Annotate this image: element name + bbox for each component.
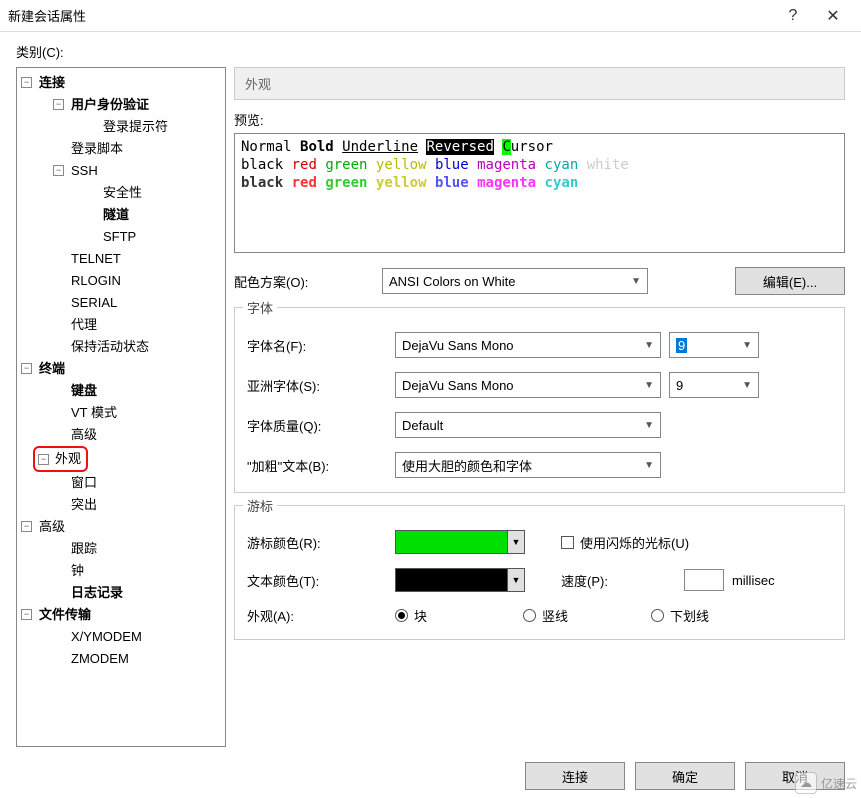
- expander-icon[interactable]: −: [53, 99, 64, 110]
- asian-font-label: 亚洲字体(S):: [247, 376, 387, 395]
- asian-font-combo[interactable]: DejaVu Sans Mono▼: [395, 372, 661, 398]
- chevron-down-icon: ▼: [508, 569, 524, 591]
- tree-terminal[interactable]: 终端: [37, 361, 67, 376]
- tree-proxy[interactable]: 代理: [69, 317, 99, 332]
- colorscheme-label: 配色方案(O):: [234, 272, 374, 291]
- cursor-appearance-label: 外观(A):: [247, 606, 387, 625]
- tree-advanced-term[interactable]: 高级: [69, 427, 99, 442]
- watermark: ☁ 亿速云: [795, 772, 857, 794]
- bold-text-combo[interactable]: 使用大胆的颜色和字体▼: [395, 452, 661, 478]
- ok-button[interactable]: 确定: [635, 762, 735, 790]
- tree-appearance[interactable]: 外观: [53, 451, 83, 466]
- radio-underline[interactable]: [651, 609, 664, 622]
- speed-input[interactable]: [684, 569, 724, 591]
- colorscheme-combo[interactable]: ANSI Colors on White▼: [382, 268, 648, 294]
- connect-button[interactable]: 连接: [525, 762, 625, 790]
- prev-reversed: Reversed: [426, 139, 493, 155]
- speed-label: 速度(P):: [561, 571, 608, 590]
- tree-logging[interactable]: 日志记录: [69, 585, 125, 600]
- prev-cursor-rest: ursor: [511, 139, 553, 155]
- radio-block[interactable]: [395, 609, 408, 622]
- chevron-down-icon: ▼: [631, 276, 641, 287]
- tree-keyboard[interactable]: 键盘: [69, 383, 99, 398]
- cursor-color-picker[interactable]: ▼: [395, 530, 525, 554]
- tree-ssh[interactable]: SSH: [69, 163, 100, 178]
- chevron-down-icon: ▼: [644, 460, 654, 471]
- chevron-down-icon: ▼: [508, 531, 524, 553]
- asian-size-combo[interactable]: 9▼: [669, 372, 759, 398]
- cloud-icon: ☁: [795, 772, 817, 794]
- tree-keepalive[interactable]: 保持活动状态: [69, 339, 151, 354]
- font-quality-label: 字体质量(Q):: [247, 416, 387, 435]
- chevron-down-icon: ▼: [644, 340, 654, 351]
- category-label: 类别(C):: [16, 42, 64, 61]
- category-tree[interactable]: −连接 −用户身份验证 登录提示符 登录脚本 −SSH 安全性 隧道 SFTP: [16, 67, 226, 747]
- color-swatch-icon: [396, 531, 508, 553]
- window-title: 新建会话属性: [8, 6, 773, 25]
- cursor-color-label: 游标颜色(R):: [247, 533, 387, 552]
- prev-underline: Underline: [342, 139, 418, 155]
- bold-text-label: "加粗"文本(B):: [247, 456, 387, 475]
- tree-xymodem[interactable]: X/YMODEM: [69, 629, 144, 644]
- text-color-label: 文本颜色(T):: [247, 571, 387, 590]
- expander-icon[interactable]: −: [53, 165, 64, 176]
- section-title: 外观: [234, 67, 845, 100]
- tree-login-prompt[interactable]: 登录提示符: [101, 119, 170, 134]
- prev-normal: Normal: [241, 139, 292, 155]
- tree-connection[interactable]: 连接: [37, 75, 67, 90]
- cursor-group-title: 游标: [243, 496, 277, 515]
- prev-bold: Bold: [300, 139, 334, 155]
- close-button[interactable]: ✕: [813, 0, 853, 32]
- tree-zmodem[interactable]: ZMODEM: [69, 651, 131, 666]
- tree-filetransfer[interactable]: 文件传输: [37, 607, 93, 622]
- color-swatch-icon: [396, 569, 508, 591]
- tree-rlogin[interactable]: RLOGIN: [69, 273, 123, 288]
- expander-icon[interactable]: −: [21, 609, 32, 620]
- font-group: 字体 字体名(F): DejaVu Sans Mono▼ 9▼ 亚洲字体(S):…: [234, 307, 845, 493]
- expander-icon[interactable]: −: [38, 454, 49, 465]
- radio-vline[interactable]: [523, 609, 536, 622]
- tree-tunnel[interactable]: 隧道: [101, 207, 131, 222]
- font-quality-combo[interactable]: Default▼: [395, 412, 661, 438]
- chevron-down-icon: ▼: [742, 340, 752, 351]
- tree-serial[interactable]: SERIAL: [69, 295, 119, 310]
- font-size-combo[interactable]: 9▼: [669, 332, 759, 358]
- tree-auth[interactable]: 用户身份验证: [69, 97, 151, 112]
- text-color-picker[interactable]: ▼: [395, 568, 525, 592]
- tree-sftp[interactable]: SFTP: [101, 229, 138, 244]
- cursor-group: 游标 游标颜色(R): ▼ 使用闪烁的光标(U) 文本颜色(T): ▼ 速度(P…: [234, 505, 845, 640]
- titlebar: 新建会话属性 ? ✕: [0, 0, 861, 32]
- expander-icon[interactable]: −: [21, 363, 32, 374]
- tree-highlight[interactable]: 突出: [69, 497, 99, 512]
- tree-security[interactable]: 安全性: [101, 185, 144, 200]
- expander-icon[interactable]: −: [21, 521, 32, 532]
- tree-telnet[interactable]: TELNET: [69, 251, 123, 266]
- tree-bell[interactable]: 钟: [69, 563, 86, 578]
- tree-trace[interactable]: 跟踪: [69, 541, 99, 556]
- font-group-title: 字体: [243, 298, 277, 317]
- chevron-down-icon: ▼: [644, 380, 654, 391]
- tree-window[interactable]: 窗口: [69, 475, 99, 490]
- tree-advanced[interactable]: 高级: [37, 519, 67, 534]
- blink-checkbox[interactable]: [561, 536, 574, 549]
- font-name-label: 字体名(F):: [247, 336, 387, 355]
- preview-box: Normal Bold Underline Reversed Cursor bl…: [234, 133, 845, 253]
- edit-colorscheme-button[interactable]: 编辑(E)...: [735, 267, 845, 295]
- chevron-down-icon: ▼: [742, 380, 752, 391]
- prev-cursor-c: C: [502, 139, 510, 155]
- help-button[interactable]: ?: [773, 0, 813, 32]
- expander-icon[interactable]: −: [21, 77, 32, 88]
- chevron-down-icon: ▼: [644, 420, 654, 431]
- preview-label: 预览:: [234, 110, 845, 129]
- tree-login-script[interactable]: 登录脚本: [69, 141, 125, 156]
- tree-vtmode[interactable]: VT 模式: [69, 405, 119, 420]
- blink-label: 使用闪烁的光标(U): [580, 533, 689, 552]
- font-name-combo[interactable]: DejaVu Sans Mono▼: [395, 332, 661, 358]
- speed-unit: millisec: [732, 573, 775, 588]
